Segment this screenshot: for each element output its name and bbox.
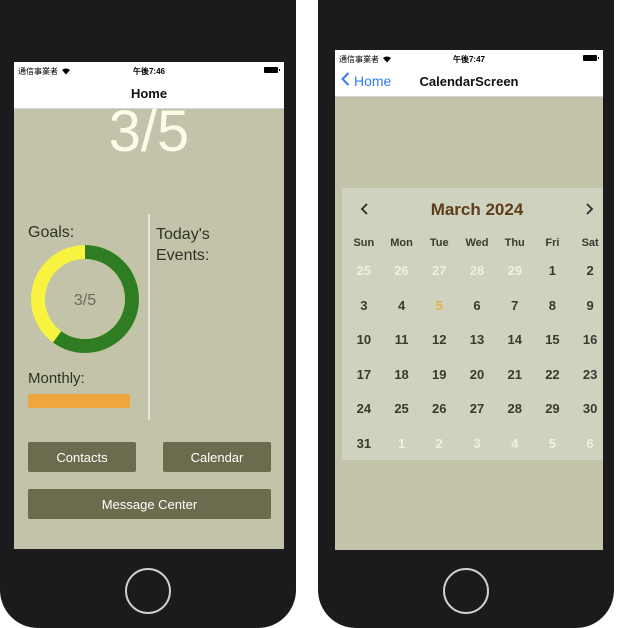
calendar-day[interactable]: 24 [345,392,383,427]
column-divider [148,214,150,420]
calendar-day-outside-month[interactable]: 29 [496,254,534,289]
calendar-day[interactable]: 22 [534,358,572,393]
goals-label: Goals: [28,224,75,241]
calendar-day[interactable]: 26 [420,392,458,427]
calendar-day-outside-month[interactable]: 25 [345,254,383,289]
calendar-day[interactable]: 10 [345,323,383,358]
calendar-day-outside-month[interactable]: 5 [534,427,572,462]
calendar-day[interactable]: 18 [383,358,421,393]
calendar-day-outside-month[interactable]: 4 [496,427,534,462]
calendar-day[interactable]: 16 [571,323,603,358]
weekday-mon: Mon [390,237,413,249]
weekday-thu: Thu [504,237,525,249]
calendar-day[interactable]: 29 [534,392,572,427]
calendar-day[interactable]: 5 [420,289,458,324]
weekday-sat: Sat [581,237,599,249]
calendar-day[interactable]: 15 [534,323,572,358]
goals-donut-chart: 3/5 [31,245,139,353]
calendar-button[interactable]: Calendar [163,442,271,472]
calendar-widget: March 2024 Sun Mon Tue Wed Thu Fri Sat 25 26 27 28… [342,188,603,460]
device-home-button[interactable] [125,568,171,614]
calendar-screen: 通信事業者 午後7:47 Home CalendarScreen March 2… [335,50,603,550]
weekday-sun: Sun [353,237,375,249]
calendar-day-outside-month[interactable]: 27 [420,254,458,289]
calendar-day[interactable]: 25 [383,392,421,427]
status-bar: 通信事業者 午後7:46 [14,62,284,78]
status-time: 午後7:46 [132,67,165,76]
goal-score: 3/5 [108,99,190,164]
calendar-day[interactable]: 4 [383,289,421,324]
calendar-day[interactable]: 6 [458,289,496,324]
calendar-day[interactable]: 31 [345,427,383,462]
calendar-day[interactable]: 1 [534,254,572,289]
chevron-right-icon[interactable] [584,200,594,221]
calendar-day[interactable]: 30 [571,392,603,427]
calendar-day[interactable]: 20 [458,358,496,393]
calendar-day[interactable]: 27 [458,392,496,427]
calendar-day[interactable]: 13 [458,323,496,358]
status-bar: 通信事業者 午後7:47 [335,50,603,66]
calendar-day[interactable]: 9 [571,289,603,324]
calendar-day[interactable]: 2 [571,254,603,289]
calendar-day[interactable]: 12 [420,323,458,358]
calendar-month-title: March 2024 [430,200,524,219]
phone-calendar: 通信事業者 午後7:47 Home CalendarScreen March 2… [318,0,614,628]
calendar-day[interactable]: 14 [496,323,534,358]
weekday-tue: Tue [429,237,449,249]
todays-events-label: Today's Events: [156,226,210,264]
calendar-day[interactable]: 19 [420,358,458,393]
monthly-label: Monthly: [28,370,85,387]
weekday-fri: Fri [545,237,560,249]
nav-title: CalendarScreen [419,74,519,89]
calendar-day[interactable]: 3 [345,289,383,324]
monthly-progress-bar [28,394,130,408]
calendar-day-outside-month[interactable]: 26 [383,254,421,289]
calendar-day[interactable]: 23 [571,358,603,393]
calendar-day[interactable]: 8 [534,289,572,324]
home-screen: 通信事業者 午後7:46 Home 3/5 Goals: Today's Eve… [14,62,284,549]
calendar-day[interactable]: 21 [496,358,534,393]
battery-icon [583,55,599,61]
battery-icon [264,67,280,73]
calendar-day-outside-month[interactable]: 2 [420,427,458,462]
device-home-button[interactable] [443,568,489,614]
calendar-day-outside-month[interactable]: 1 [383,427,421,462]
calendar-day[interactable]: 28 [496,392,534,427]
weekday-wed: Wed [465,237,489,249]
calendar-day-outside-month[interactable]: 28 [458,254,496,289]
calendar-grid: Sun Mon Tue Wed Thu Fri Sat 25 26 27 28 29 1 2 3 4 5 6 7 8 9… [345,232,603,462]
contacts-button[interactable]: Contacts [28,442,136,472]
nav-bar: Home CalendarScreen [335,66,603,97]
message-center-button[interactable]: Message Center [28,489,271,519]
phone-home: 通信事業者 午後7:46 Home 3/5 Goals: Today's Eve… [0,0,296,628]
status-time: 午後7:47 [452,55,485,64]
calendar-day[interactable]: 17 [345,358,383,393]
calendar-day[interactable]: 7 [496,289,534,324]
calendar-day-outside-month[interactable]: 3 [458,427,496,462]
donut-center-label: 3/5 [74,292,96,309]
calendar-header: March 2024 [342,200,603,224]
calendar-day[interactable]: 11 [383,323,421,358]
calendar-day-outside-month[interactable]: 6 [571,427,603,462]
